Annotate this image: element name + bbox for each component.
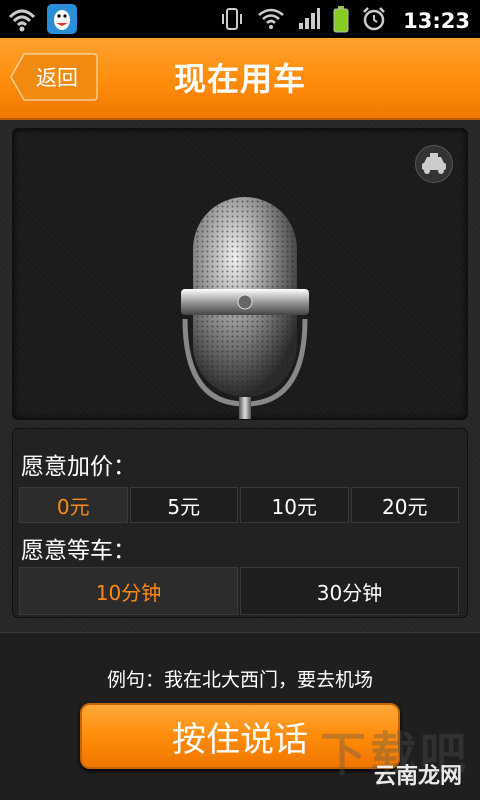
price-label: 愿意加价： bbox=[21, 454, 136, 480]
price-options: 0元 5元 10元 20元 bbox=[19, 487, 459, 523]
battery-icon bbox=[333, 5, 349, 37]
bottom-panel: 例句：我在北大西门，要去机场 按住说话 下载吧 云南龙网 bbox=[0, 632, 480, 800]
title-bar: 返回 现在用车 bbox=[0, 38, 480, 120]
microphone-panel bbox=[12, 128, 468, 420]
content-area: 愿意加价： 0元 5元 10元 20元 愿意等车： 10分钟 30分钟 例句：我… bbox=[0, 120, 480, 800]
watermark-text: 云南龙网 bbox=[373, 764, 462, 789]
price-option-20[interactable]: 20元 bbox=[350, 487, 459, 523]
wifi-icon bbox=[6, 3, 38, 35]
page-title: 现在用车 bbox=[173, 60, 306, 98]
status-bar: 13:23 bbox=[0, 0, 480, 38]
vibrate-icon bbox=[219, 6, 245, 36]
wait-option-10min[interactable]: 10分钟 bbox=[19, 567, 238, 615]
price-option-0[interactable]: 0元 bbox=[19, 487, 128, 523]
price-option-10[interactable]: 10元 bbox=[240, 487, 349, 523]
taxi-icon bbox=[422, 153, 446, 174]
taxi-button[interactable] bbox=[415, 145, 453, 183]
example-sentence: 例句：我在北大西门，要去机场 bbox=[106, 669, 373, 691]
wait-option-30min[interactable]: 30分钟 bbox=[240, 567, 459, 615]
alarm-icon bbox=[361, 6, 387, 36]
price-option-5[interactable]: 5元 bbox=[129, 487, 238, 523]
qq-icon bbox=[46, 3, 78, 35]
microphone-icon bbox=[181, 197, 309, 419]
cell-signal-icon bbox=[297, 7, 321, 35]
clock-time: 13:23 bbox=[403, 9, 470, 33]
wifi-signal-icon bbox=[257, 7, 285, 35]
options-panel: 愿意加价： 0元 5元 10元 20元 愿意等车： 10分钟 30分钟 bbox=[12, 428, 468, 618]
wait-label: 愿意等车： bbox=[21, 538, 136, 564]
wait-options: 10分钟 30分钟 bbox=[19, 567, 459, 615]
